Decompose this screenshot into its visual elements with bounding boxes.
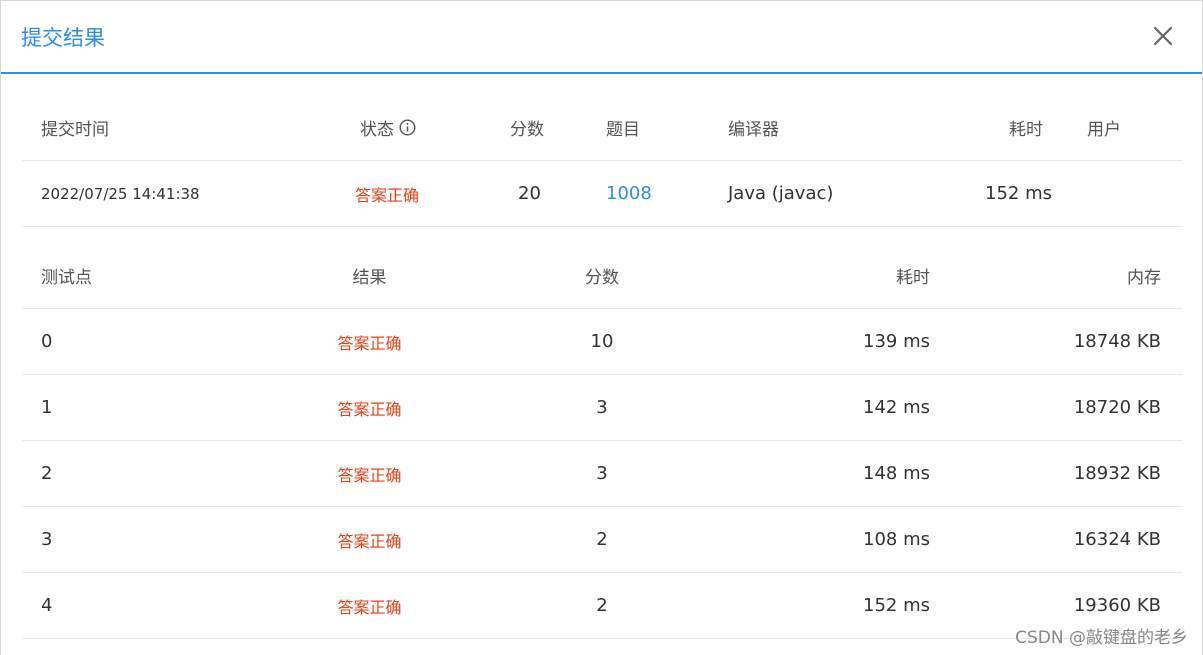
case-score: 2 [596,529,608,550]
header-user: 用户 [1087,120,1121,140]
case-result: 答案正确 [337,333,402,353]
table-row: 0 答案正确 10 139 ms 18748 KB [22,309,1182,375]
header-score: 分数 [510,120,544,140]
cost-value: 152 ms [985,183,1052,204]
case-id: 3 [41,529,53,550]
case-memory: 16324 KB [1073,529,1161,550]
case-score: 3 [596,463,608,484]
case-id: 0 [41,331,53,352]
info-circle-icon[interactable] [399,119,416,136]
header-status-label: 状态 [360,120,394,140]
case-score: 10 [590,331,614,352]
case-result: 答案正确 [337,531,402,551]
status-badge: 答案正确 [355,185,420,205]
dialog-header: 提交结果 [1,1,1202,74]
header-cost: 耗时 [1009,120,1043,140]
submission-summary-table: 提交时间 状态 分数 题目 编译器 耗时 用户 2022/07/25 14:41… [22,95,1182,227]
table-row: 1 答案正确 3 142 ms 18720 KB [22,375,1182,441]
header-problem: 题目 [606,120,640,140]
summary-header-row: 提交时间 状态 分数 题目 编译器 耗时 用户 [22,95,1182,161]
case-id: 2 [41,463,53,484]
case-cost: 142 ms [863,397,930,418]
header-submit-time: 提交时间 [41,120,109,140]
test-cases-table: 测试点 结果 分数 耗时 内存 0 答案正确 10 139 ms 18748 K… [22,243,1182,639]
submit-time: 2022/07/25 14:41:38 [41,184,200,203]
case-result: 答案正确 [337,465,402,485]
cases-header-row: 测试点 结果 分数 耗时 内存 [22,243,1182,309]
case-id: 4 [41,595,53,616]
close-button[interactable] [1150,23,1176,49]
case-memory: 18720 KB [1073,397,1161,418]
header-case-id: 测试点 [41,268,92,288]
header-memory: 内存 [1127,268,1161,288]
dialog-title: 提交结果 [21,26,105,50]
close-icon [1153,26,1173,46]
table-row: 2 答案正确 3 148 ms 18932 KB [22,441,1182,507]
case-memory: 18748 KB [1073,331,1161,352]
submission-result-dialog: 提交结果 提交时间 状态 分数 题目 编译器 耗时 用户 2022/07/25 … [0,0,1203,655]
case-result: 答案正确 [337,597,402,617]
header-case-score: 分数 [585,268,619,288]
watermark: CSDN @敲键盘的老乡 [1015,628,1188,648]
case-cost: 108 ms [863,529,930,550]
table-row: 3 答案正确 2 108 ms 16324 KB [22,507,1182,573]
compiler-value: Java (javac) [728,183,834,204]
header-case-cost: 耗时 [896,268,930,288]
case-cost: 139 ms [863,331,930,352]
problem-link[interactable]: 1008 [606,161,652,226]
header-result: 结果 [352,268,387,288]
header-compiler: 编译器 [728,120,779,140]
case-memory: 18932 KB [1073,463,1161,484]
case-score: 2 [596,595,608,616]
case-score: 3 [596,397,608,418]
table-row: 4 答案正确 2 152 ms 19360 KB [22,573,1182,639]
case-cost: 152 ms [863,595,930,616]
score-value: 20 [518,183,541,204]
summary-row: 2022/07/25 14:41:38 答案正确 20 1008 Java (j… [22,161,1182,227]
case-cost: 148 ms [863,463,930,484]
header-status: 状态 [360,95,416,160]
case-id: 1 [41,397,53,418]
case-result: 答案正确 [337,399,402,419]
